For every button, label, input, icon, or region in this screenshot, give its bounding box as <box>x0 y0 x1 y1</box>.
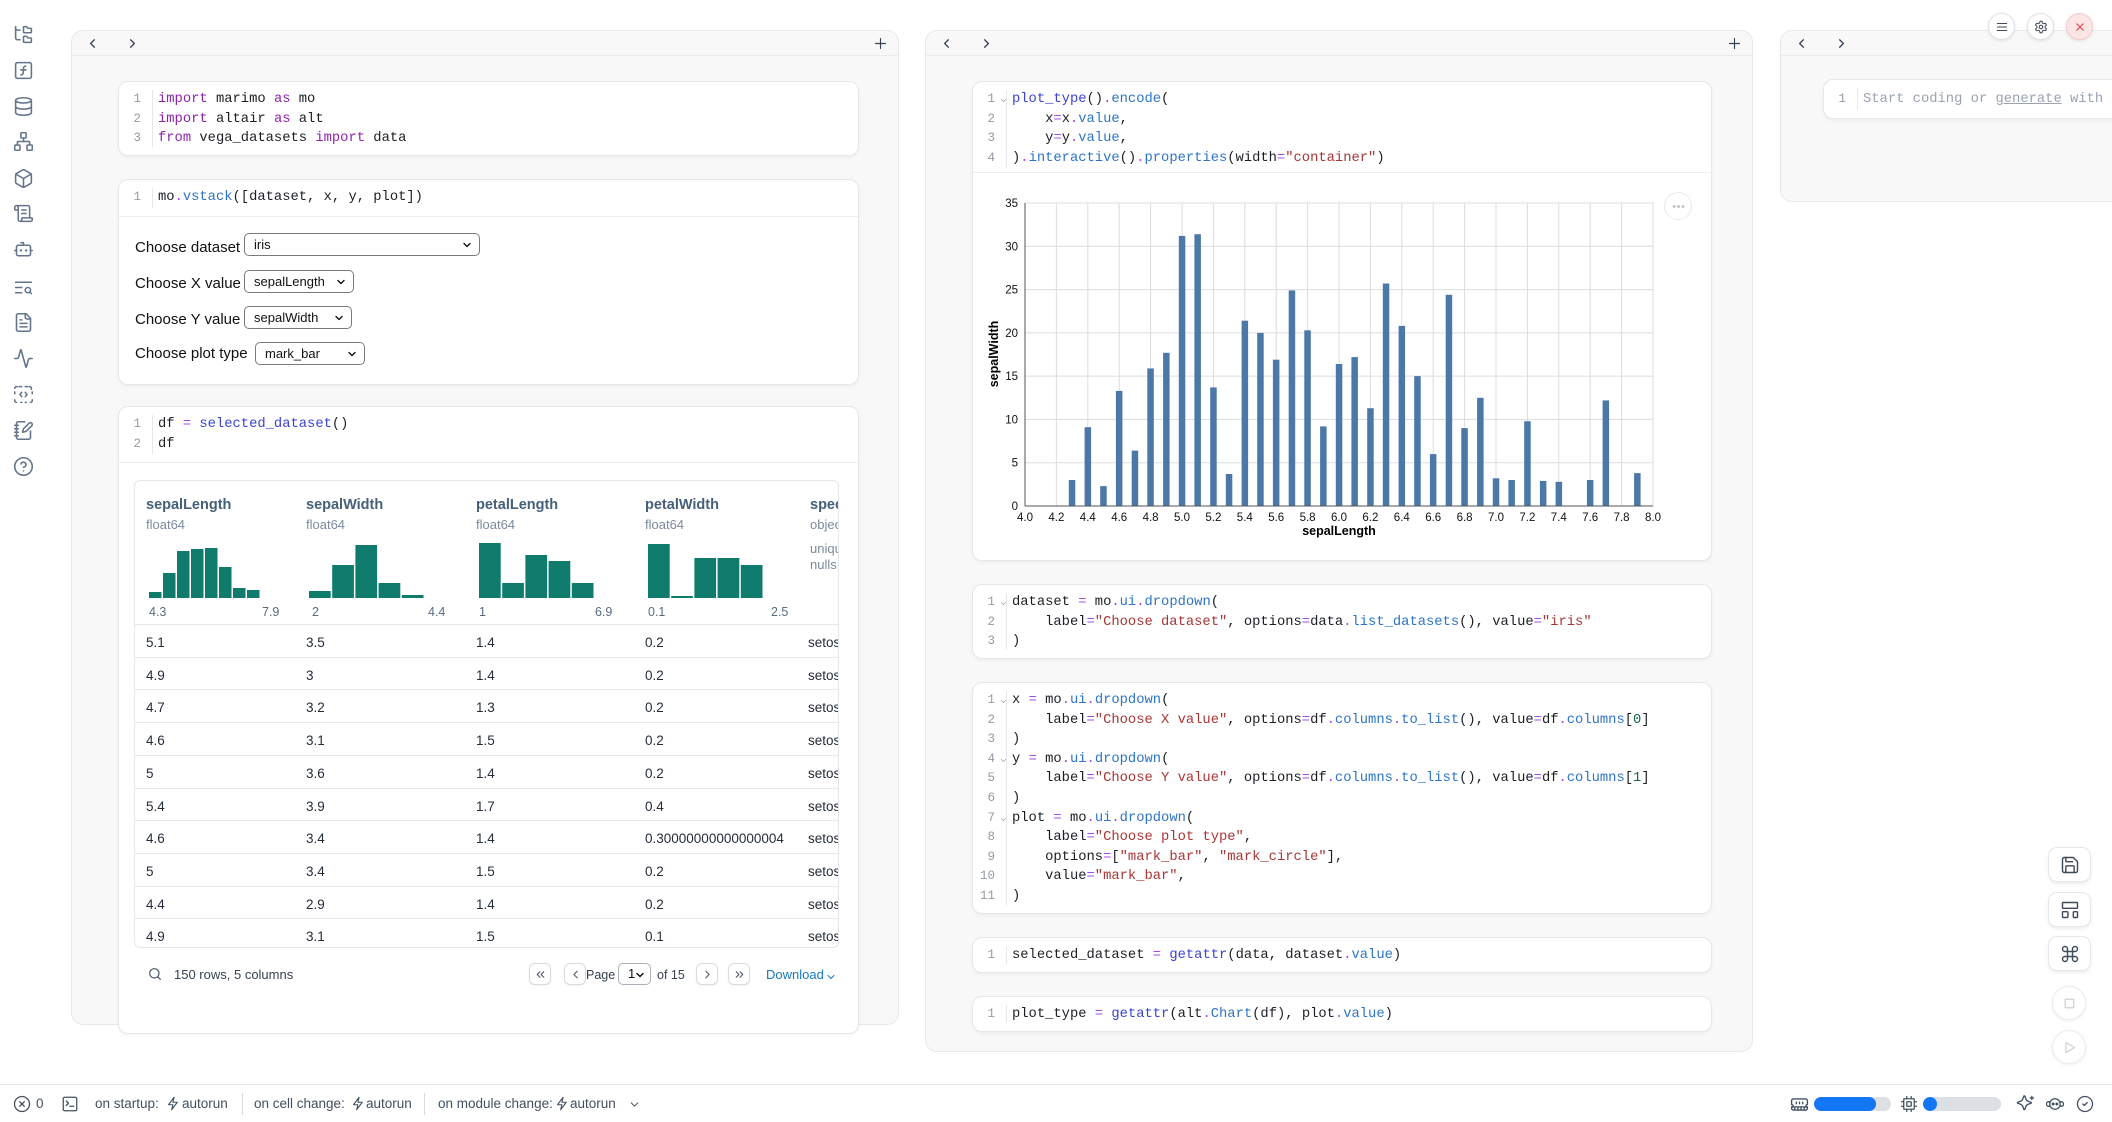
svg-text:20: 20 <box>1005 328 1018 340</box>
svg-text:4.0: 4.0 <box>1017 512 1033 524</box>
svg-text:6.8: 6.8 <box>1457 512 1473 524</box>
svg-text:5.2: 5.2 <box>1205 512 1221 524</box>
svg-text:5.4: 5.4 <box>1237 512 1254 524</box>
svg-text:6.4: 6.4 <box>1394 512 1411 524</box>
svg-text:7.6: 7.6 <box>1582 512 1598 524</box>
svg-text:sepalWidth: sepalWidth <box>987 321 1001 388</box>
svg-text:25: 25 <box>1005 285 1018 297</box>
svg-text:8.0: 8.0 <box>1645 512 1661 524</box>
svg-text:4.4: 4.4 <box>1080 512 1097 524</box>
svg-text:6.0: 6.0 <box>1331 512 1347 524</box>
svg-text:7.4: 7.4 <box>1551 512 1568 524</box>
svg-text:5.6: 5.6 <box>1268 512 1284 524</box>
svg-text:30: 30 <box>1005 241 1018 253</box>
svg-text:35: 35 <box>1005 198 1018 210</box>
svg-text:15: 15 <box>1005 371 1018 383</box>
svg-text:7.0: 7.0 <box>1488 512 1504 524</box>
svg-text:10: 10 <box>1005 414 1018 426</box>
svg-text:sepalLength: sepalLength <box>1302 524 1376 538</box>
svg-text:0: 0 <box>1012 501 1018 513</box>
svg-text:6.6: 6.6 <box>1425 512 1441 524</box>
svg-text:4.2: 4.2 <box>1048 512 1064 524</box>
svg-text:7.2: 7.2 <box>1519 512 1535 524</box>
svg-text:4.8: 4.8 <box>1143 512 1159 524</box>
svg-text:7.8: 7.8 <box>1614 512 1630 524</box>
svg-text:4.6: 4.6 <box>1111 512 1127 524</box>
svg-text:5.0: 5.0 <box>1174 512 1190 524</box>
svg-text:5: 5 <box>1012 458 1018 470</box>
svg-text:6.2: 6.2 <box>1362 512 1378 524</box>
svg-text:5.8: 5.8 <box>1300 512 1316 524</box>
